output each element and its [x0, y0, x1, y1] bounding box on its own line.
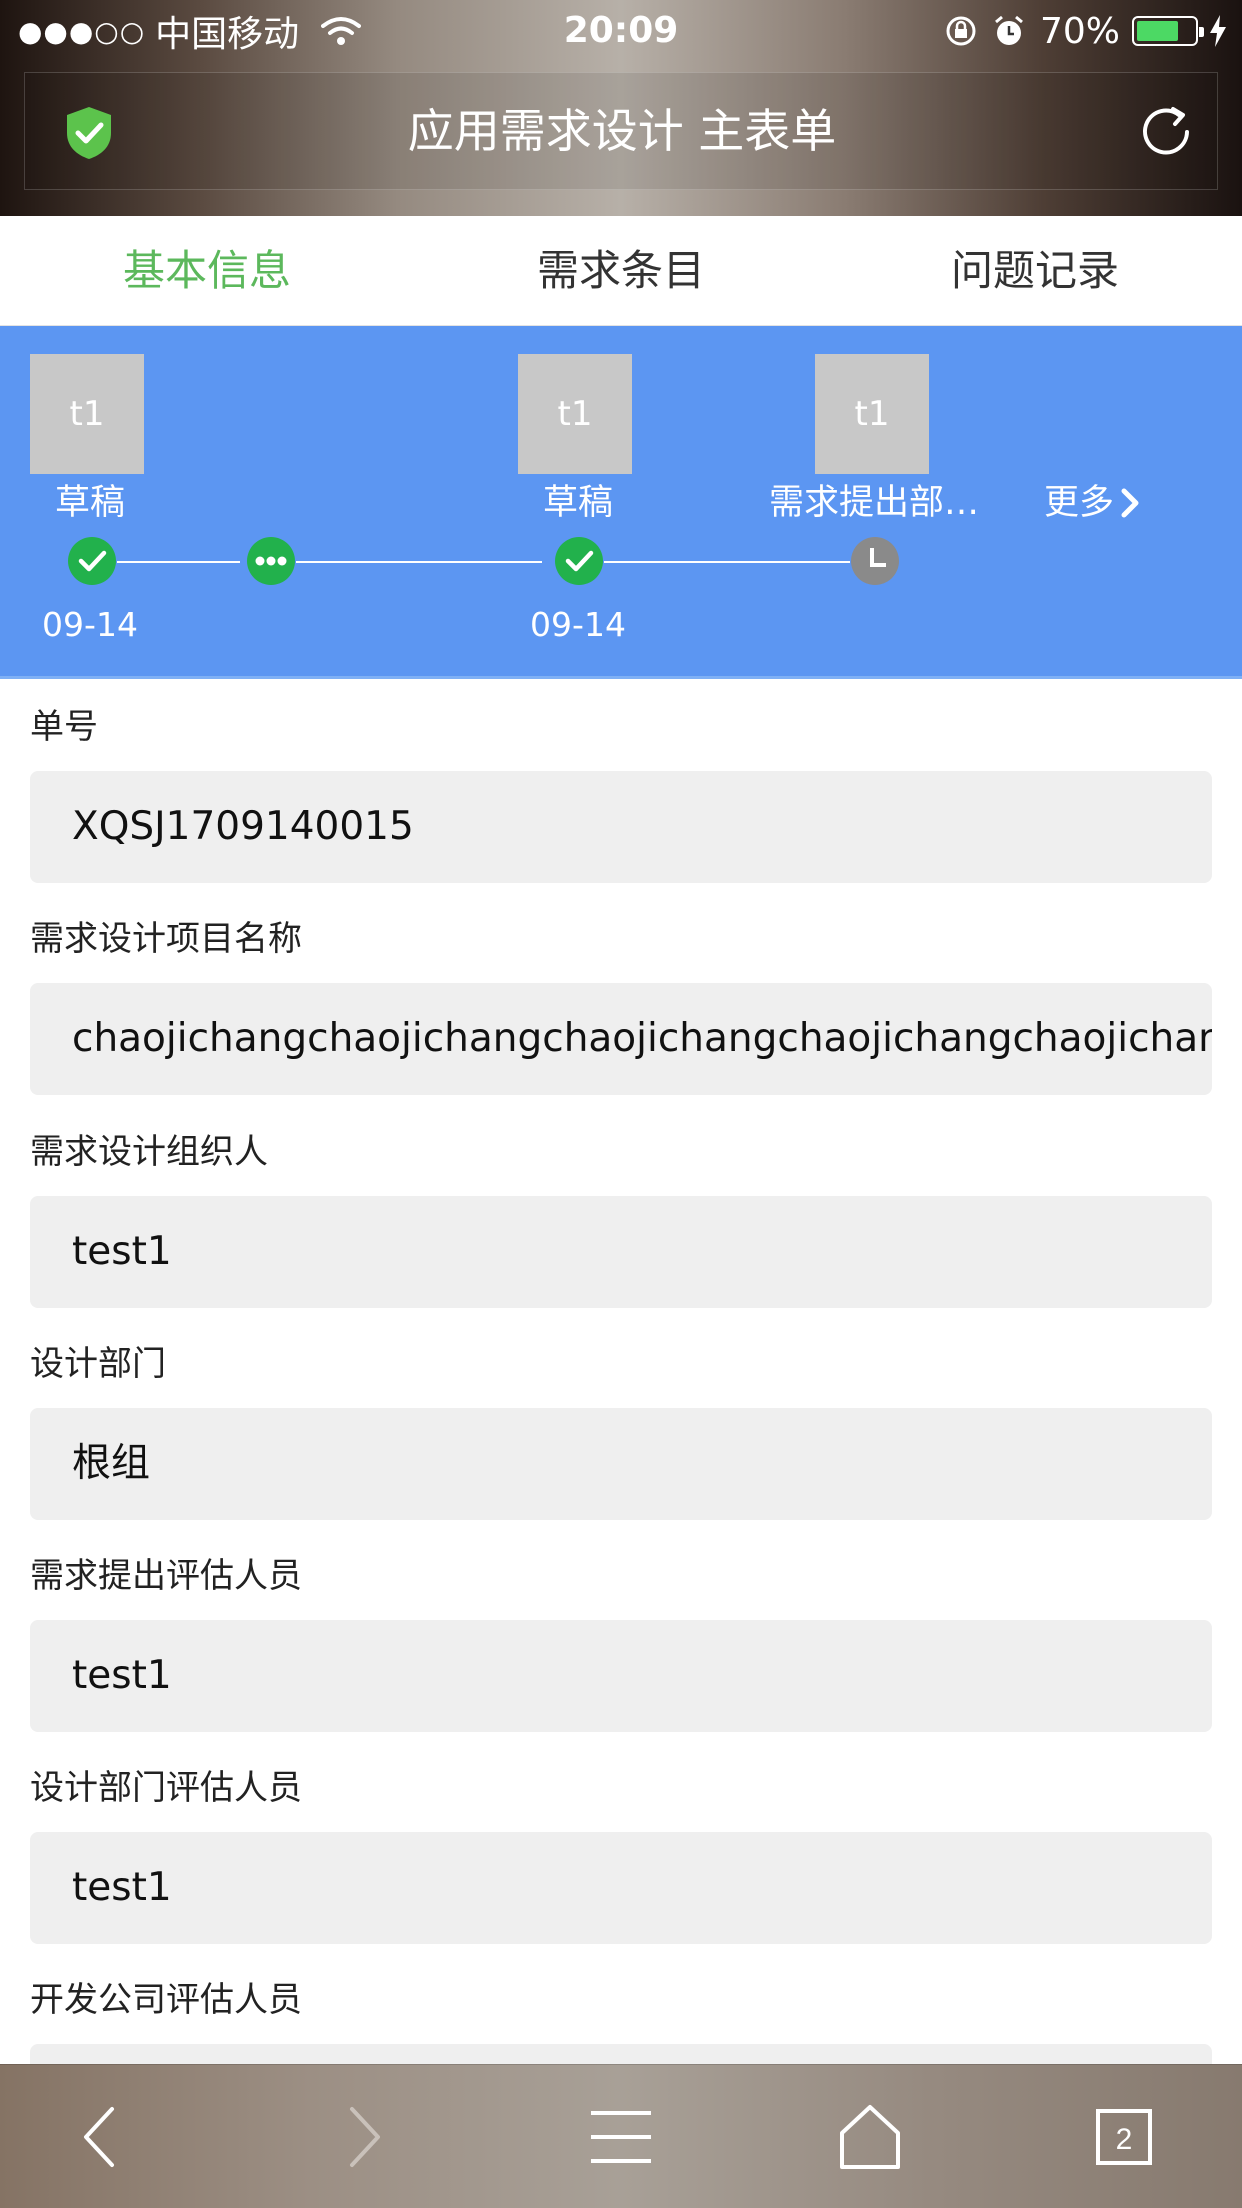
page-title: 应用需求设计 主表单: [407, 104, 837, 158]
charging-bolt-icon: [1210, 15, 1226, 47]
title-bar: 应用需求设计 主表单: [24, 72, 1218, 190]
step-avatar: t1: [815, 354, 929, 474]
step-pending-node: [850, 536, 900, 586]
step-label: 草稿: [54, 483, 125, 523]
step-done-node: [554, 536, 604, 586]
progress-line: [117, 561, 240, 563]
back-button[interactable]: [66, 2101, 138, 2173]
field-value: chaojichangchaojichangchaojichangchaojic…: [72, 1016, 1212, 1061]
step-avatar: t1: [518, 354, 632, 474]
forward-arrow-icon: [350, 2107, 380, 2167]
field-value: XQSJ1709140015: [72, 804, 414, 849]
step-in-progress-node: [246, 536, 296, 586]
rotation-lock-icon: [946, 16, 976, 46]
menu-icon: [591, 2111, 651, 2163]
back-arrow-icon: [84, 2107, 114, 2167]
home-icon: [840, 2105, 900, 2169]
tab-basic-info[interactable]: 基本信息: [0, 216, 414, 325]
design-department-field[interactable]: 根组: [30, 1408, 1212, 1520]
clock-icon: [851, 537, 899, 585]
field-label-order-number: 单号: [30, 707, 98, 747]
tab-issue-records[interactable]: 问题记录: [828, 216, 1242, 325]
field-label-requester-evaluator: 需求提出评估人员: [30, 1556, 302, 1596]
tab-count: 2: [1116, 2123, 1133, 2156]
tabs-button[interactable]: 2: [1088, 2101, 1160, 2173]
status-right: 70%: [944, 8, 1228, 54]
field-value: test1: [72, 1865, 172, 1910]
chevron-right-icon: [1121, 488, 1139, 518]
step-avatar: t1: [30, 354, 144, 474]
field-label-dev-company-evaluator: 开发公司评估人员: [30, 1980, 302, 2020]
field-value: test1: [72, 1653, 172, 1698]
progress-line: [296, 561, 542, 563]
menu-button[interactable]: [585, 2101, 657, 2173]
step-label: 需求提出部…: [768, 483, 979, 523]
field-label-design-department: 设计部门: [30, 1344, 166, 1384]
field-label-design-dept-evaluator: 设计部门评估人员: [30, 1768, 302, 1808]
battery-level: [1137, 21, 1178, 41]
step-date: 09-14: [42, 605, 138, 644]
design-dept-evaluator-field[interactable]: test1: [30, 1832, 1212, 1944]
more-dots-icon: [247, 537, 295, 585]
step-date: 09-14: [530, 605, 626, 644]
browser-toolbar: 2: [0, 2064, 1242, 2208]
field-label-project-name: 需求设计项目名称: [30, 919, 302, 959]
battery-cap: [1199, 27, 1204, 37]
home-button[interactable]: [834, 2101, 906, 2173]
requester-evaluator-field[interactable]: test1: [30, 1620, 1212, 1732]
refresh-icon[interactable]: [1137, 103, 1195, 161]
alarm-icon: [995, 15, 1023, 45]
organizer-field[interactable]: test1: [30, 1196, 1212, 1308]
tab-requirement-items[interactable]: 需求条目: [414, 216, 828, 325]
step-done-node: [67, 536, 117, 586]
check-circle-icon: [555, 537, 603, 585]
status-bar: ●●●○○ 中国移动 20:09 70%: [0, 0, 1242, 62]
tab-bar: 基本信息 需求条目 问题记录: [0, 216, 1242, 326]
forward-button[interactable]: [326, 2101, 398, 2173]
order-number-field[interactable]: XQSJ1709140015: [30, 771, 1212, 883]
progress-line: [604, 561, 850, 563]
field-label-organizer: 需求设计组织人: [30, 1132, 268, 1172]
more-steps-link[interactable]: 更多: [1044, 478, 1142, 528]
more-label: 更多: [1044, 483, 1115, 523]
tabs-icon: 2: [1096, 2109, 1152, 2165]
check-circle-icon: [68, 537, 116, 585]
project-name-field[interactable]: chaojichangchaojichangchaojichangchaojic…: [30, 983, 1212, 1095]
workflow-progress: t1 t1 t1 草稿 草稿 需求提出部… 更多 09-14 09-14: [0, 326, 1242, 679]
battery-percent: 70%: [1039, 10, 1120, 52]
step-label: 草稿: [542, 483, 613, 523]
app-header: ●●●○○ 中国移动 20:09 70% 应用需求设计 主表单: [0, 0, 1242, 216]
battery-icon: [1132, 16, 1204, 46]
field-value: test1: [72, 1229, 172, 1274]
field-value: 根组: [72, 1441, 151, 1486]
